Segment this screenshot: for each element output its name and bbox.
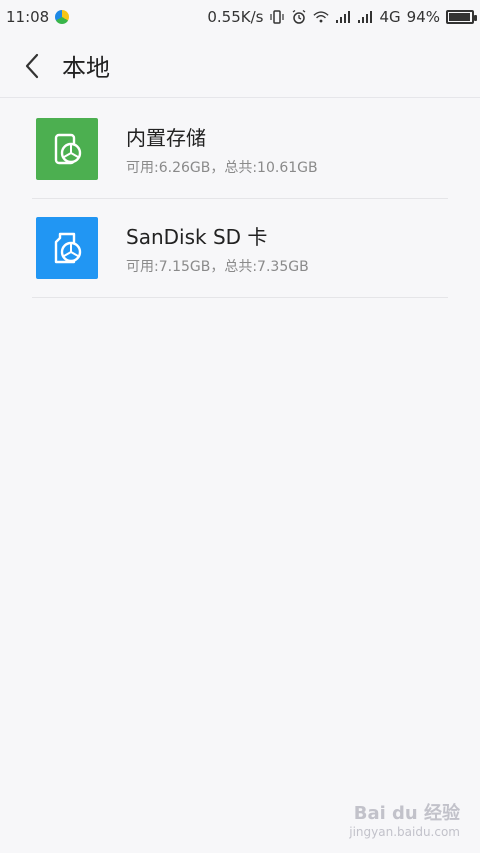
signal-icon	[357, 9, 373, 25]
storage-item-text: SanDisk SD 卡 可用:7.15GB，总共:7.35GB	[126, 221, 309, 276]
wifi-icon	[313, 9, 330, 25]
watermark: Bai du 经验 jingyan.baidu.com	[349, 799, 460, 839]
status-left: 11:08	[6, 8, 70, 26]
phone-storage-icon	[36, 118, 98, 180]
vibrate-icon	[269, 9, 285, 25]
storage-item-title: SanDisk SD 卡	[126, 224, 268, 249]
storage-item-sdcard[interactable]: SanDisk SD 卡 可用:7.15GB，总共:7.35GB	[32, 199, 448, 298]
storage-item-text: 内置存储 可用:6.26GB，总共:10.61GB	[126, 122, 318, 177]
chevron-left-icon	[25, 53, 39, 78]
status-time: 11:08	[6, 8, 50, 26]
sd-card-icon	[36, 217, 98, 279]
signal-icon	[335, 9, 351, 25]
battery-percent: 94%	[406, 8, 440, 26]
app-bar: 本地	[0, 34, 480, 98]
battery-fill	[449, 13, 470, 21]
alarm-icon	[291, 9, 307, 25]
storage-item-internal[interactable]: 内置存储 可用:6.26GB，总共:10.61GB	[32, 100, 448, 199]
battery-icon	[446, 10, 477, 24]
storage-item-title: 内置存储	[126, 125, 206, 150]
network-speed: 0.55K/s	[207, 8, 264, 26]
page-title: 本地	[62, 54, 110, 82]
back-button[interactable]	[16, 50, 48, 82]
network-type: 4G	[379, 8, 401, 26]
storage-item-subtitle: 可用:6.26GB，总共:10.61GB	[126, 159, 318, 176]
storage-item-subtitle: 可用:7.15GB，总共:7.35GB	[126, 258, 309, 275]
status-bar: 11:08 0.55K/s 4G 94%	[0, 0, 480, 34]
storage-list: 内置存储 可用:6.26GB，总共:10.61GB SanDisk SD 卡 可…	[32, 100, 448, 298]
watermark-url: jingyan.baidu.com	[349, 825, 460, 839]
status-right: 0.55K/s 4G 94%	[207, 8, 477, 26]
watermark-logo: Bai du 经验	[353, 803, 460, 824]
app-notification-icon	[55, 10, 70, 24]
